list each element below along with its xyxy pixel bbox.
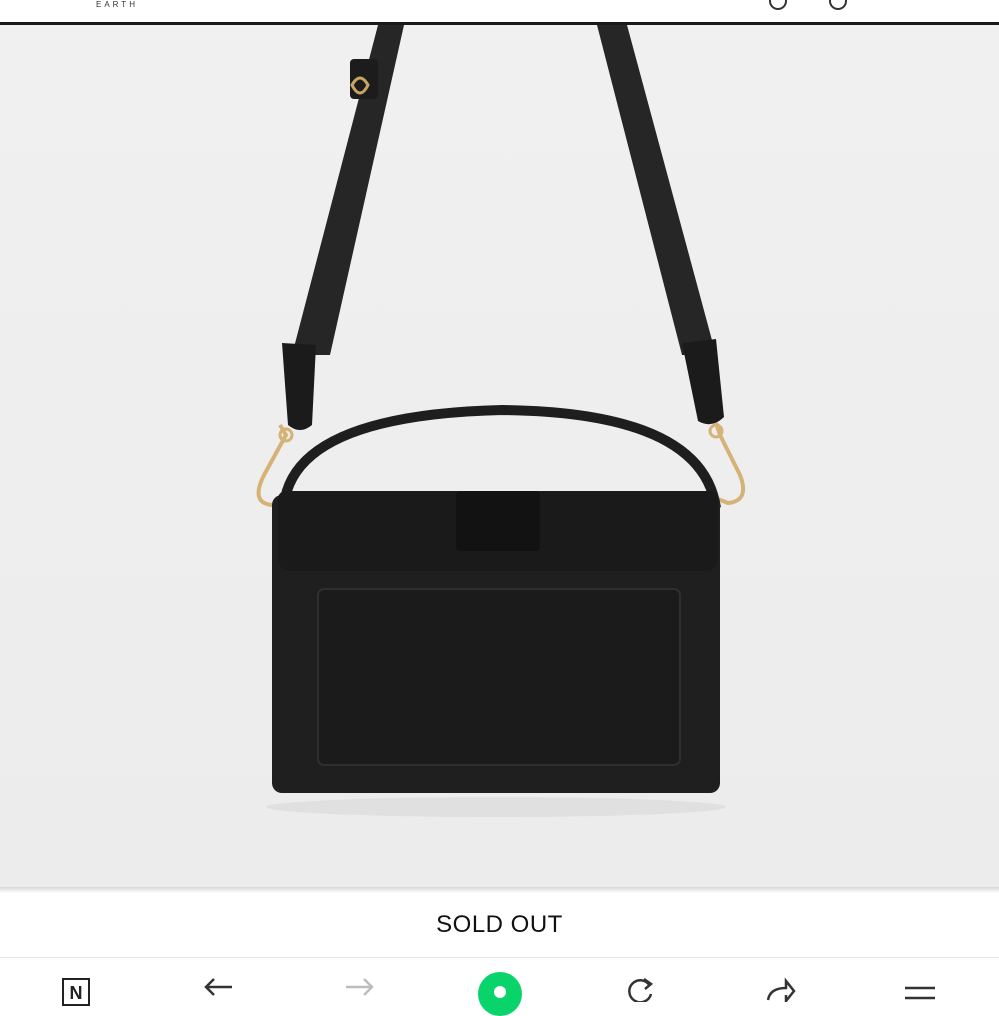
sold-out-label: SOLD OUT xyxy=(0,893,999,957)
account-icon[interactable] xyxy=(769,0,787,10)
site-header: EARTH xyxy=(0,0,999,25)
right-strap-tab xyxy=(682,339,724,425)
search-icon[interactable] xyxy=(829,0,847,10)
home-button[interactable] xyxy=(478,972,522,1016)
right-strap xyxy=(597,25,716,355)
back-button[interactable] xyxy=(198,976,238,1006)
back-icon xyxy=(204,978,232,996)
brand-subtitle: EARTH xyxy=(96,0,138,9)
bag-photo xyxy=(256,25,745,817)
bag-shadow xyxy=(266,797,726,817)
header-icons xyxy=(729,0,849,10)
menu-button[interactable] xyxy=(900,976,940,1006)
share-icon xyxy=(766,977,796,1002)
forward-button[interactable] xyxy=(340,976,380,1006)
browser-toolbar: N xyxy=(0,957,999,1016)
reload-button[interactable] xyxy=(620,976,660,1006)
share-button[interactable] xyxy=(760,976,800,1006)
closure-tab xyxy=(456,491,540,551)
menu-icon xyxy=(905,986,935,1000)
back-pocket xyxy=(317,588,681,766)
browser-logo-button[interactable]: N xyxy=(62,978,90,1006)
reload-icon xyxy=(628,977,654,1002)
product-image[interactable] xyxy=(0,25,999,887)
forward-icon xyxy=(346,978,374,996)
left-strap xyxy=(292,25,404,355)
left-strap-tab xyxy=(282,343,316,430)
